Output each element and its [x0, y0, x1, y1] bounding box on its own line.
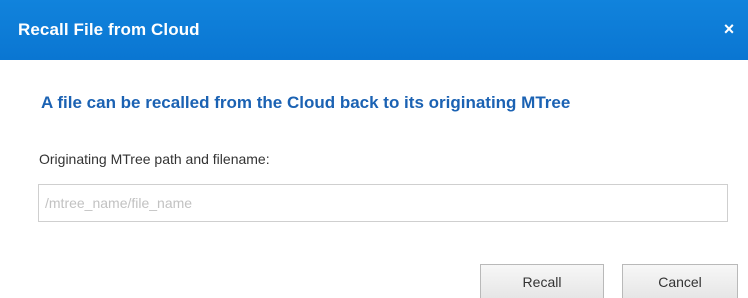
close-icon[interactable]: ×: [718, 16, 740, 42]
mtree-path-input[interactable]: [38, 184, 728, 222]
recall-button[interactable]: Recall: [480, 264, 604, 298]
mtree-path-label: Originating MTree path and filename:: [39, 151, 270, 167]
dialog-title: Recall File from Cloud: [18, 20, 200, 39]
recall-file-dialog: Recall File from Cloud × A file can be r…: [0, 0, 748, 298]
cancel-button[interactable]: Cancel: [622, 264, 738, 298]
dialog-heading: A file can be recalled from the Cloud ba…: [41, 93, 571, 112]
dialog-titlebar: Recall File from Cloud ×: [0, 0, 748, 60]
